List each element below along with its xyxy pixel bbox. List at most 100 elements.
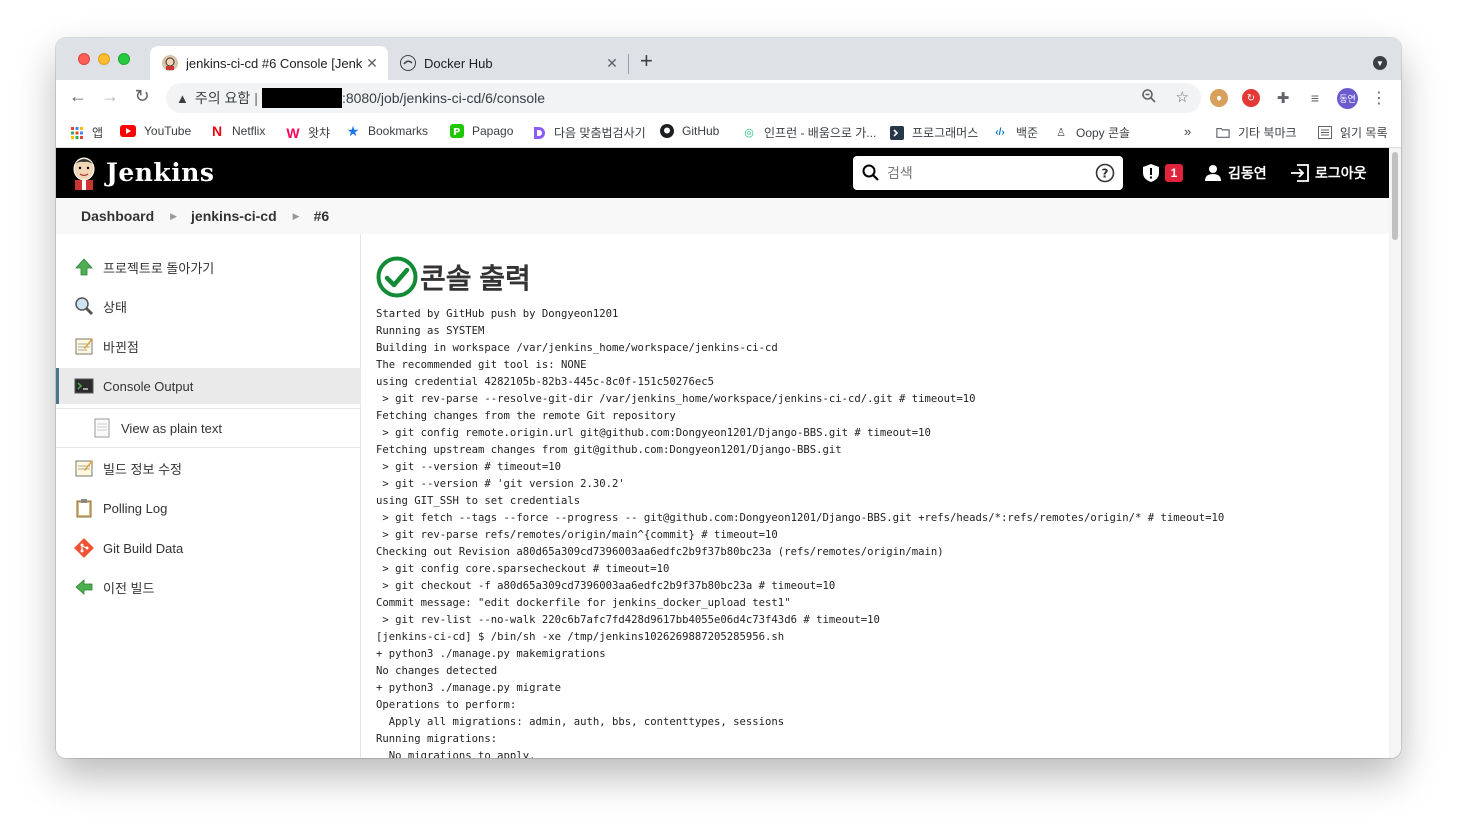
bookmark-papago[interactable]: P Papago: [450, 124, 513, 138]
sidebar-item-status[interactable]: 상태: [56, 288, 361, 324]
console-main: 콘솔 출력 Started by GitHub push by Dongyeon…: [374, 234, 1389, 758]
bookmark-label: 백준: [1016, 126, 1039, 140]
scrollbar-thumb[interactable]: [1392, 152, 1398, 240]
bookmark-netflix[interactable]: N Netflix: [210, 123, 265, 139]
document-icon: [94, 418, 110, 438]
alert-count-badge[interactable]: 1: [1165, 164, 1183, 182]
close-window-button[interactable]: [78, 53, 90, 65]
youtube-icon: [120, 124, 136, 138]
browser-toolbar: ← → ↻ ▲ 주의 요함 | :8080/job/jenkins-ci-cd/…: [56, 80, 1401, 116]
new-tab-button[interactable]: +: [640, 50, 653, 72]
sidebar-item-changes[interactable]: 바뀐점: [56, 328, 361, 364]
tab-search-icon[interactable]: ▼: [1373, 56, 1387, 70]
docker-hub-favicon-icon: [400, 55, 416, 71]
redacted-host: [261, 88, 342, 108]
breadcrumb: Dashboard ▶ jenkins-ci-cd ▶ #6: [56, 198, 1389, 234]
breadcrumb-separator-icon: ▶: [292, 210, 300, 221]
bookmark-label: 인프런 - 배움으로 가...: [764, 126, 877, 140]
logout-icon: [1291, 164, 1309, 182]
sidebar: 프로젝트로 돌아가기 상태 바뀐점 Console Output View as…: [56, 234, 361, 758]
bookmark-label: 앱: [92, 126, 104, 140]
bookmarks-overflow-button[interactable]: »: [1184, 124, 1191, 139]
terminal-icon: [74, 378, 94, 394]
bookmark-watcha[interactable]: W 왓챠: [286, 124, 330, 141]
help-icon[interactable]: ?: [1095, 163, 1115, 183]
page-scrollbar[interactable]: [1389, 148, 1401, 758]
bookmark-label: 프로그래머스: [912, 126, 979, 140]
bookmark-baekjoon[interactable]: ‹/› 백준: [992, 124, 1038, 141]
bookmark-programmers[interactable]: 프로그래머스: [890, 124, 978, 141]
profile-avatar[interactable]: 동연: [1337, 88, 1358, 109]
sidebar-item-previous-build[interactable]: 이전 빌드: [56, 569, 361, 605]
sidebar-item-edit-build-info[interactable]: 빌드 정보 수정: [56, 450, 361, 486]
bookmark-star-icon[interactable]: ☆: [1176, 88, 1189, 106]
url-path: :8080/job/jenkins-ci-cd/6/console: [341, 90, 546, 106]
tab-title: jenkins-ci-cd #6 Console [Jenkins]: [186, 55, 362, 71]
bookmark-apps[interactable]: 앱: [70, 124, 103, 141]
breadcrumb-job[interactable]: jenkins-ci-cd: [191, 208, 277, 224]
bookmark-oopy[interactable]: ♙ Oopy 콘솔: [1054, 124, 1130, 141]
cookie-extension-icon[interactable]: ●: [1210, 89, 1228, 107]
search-icon: [75, 297, 94, 316]
forward-button[interactable]: →: [98, 86, 122, 107]
jenkins-page: Jenkins ? 1 김동연 로그아웃 Dashboard ▶ jenkins…: [56, 148, 1389, 758]
security-shield-icon[interactable]: [1143, 164, 1159, 182]
sidebar-item-label: Console Output: [103, 378, 194, 394]
bookmark-youtube[interactable]: YouTube: [120, 124, 191, 138]
user-menu[interactable]: 김동연: [1204, 163, 1267, 183]
bookmark-label: YouTube: [144, 124, 192, 138]
search-input[interactable]: [887, 165, 1095, 181]
bookmark-bookmarks[interactable]: ★ Bookmarks: [346, 123, 428, 139]
inflearn-icon: ◎: [744, 127, 754, 139]
notepad-edit-icon: [75, 460, 93, 477]
jenkins-logo-icon[interactable]: [70, 156, 98, 190]
jenkins-search-box: ?: [853, 156, 1123, 190]
extensions-puzzle-icon[interactable]: ✚: [1274, 89, 1292, 107]
folder-icon: [1216, 126, 1230, 140]
close-tab-icon[interactable]: ✕: [602, 55, 622, 72]
browser-menu-icon[interactable]: ⋮: [1370, 89, 1388, 107]
daum-icon: [532, 126, 546, 140]
bookmark-daum-spellcheck[interactable]: 다음 맞춤법검사기: [532, 124, 646, 141]
sidebar-item-label: 빌드 정보 수정: [103, 461, 182, 477]
watcha-icon: W: [286, 124, 300, 141]
close-tab-icon[interactable]: ✕: [362, 55, 382, 72]
sidebar-item-git-build-data[interactable]: Git Build Data: [56, 530, 361, 566]
reload-button[interactable]: ↻: [130, 86, 154, 107]
tab-docker-hub[interactable]: Docker Hub ✕: [392, 46, 628, 80]
other-bookmarks-folder[interactable]: 기타 북마크: [1216, 124, 1297, 141]
sidebar-item-view-plain-text[interactable]: View as plain text: [56, 408, 361, 448]
bookmark-github[interactable]: GitHub: [660, 124, 719, 138]
reading-list-button[interactable]: 읽기 목록: [1318, 124, 1388, 141]
bookmark-label: 다음 맞춤법검사기: [554, 126, 646, 140]
breadcrumb-dashboard[interactable]: Dashboard: [81, 208, 154, 224]
minimize-window-button[interactable]: [98, 53, 110, 65]
logout-button[interactable]: 로그아웃: [1290, 163, 1367, 183]
zoom-icon[interactable]: [1141, 88, 1157, 108]
sidebar-item-polling-log[interactable]: Polling Log: [56, 490, 361, 526]
notepad-icon: [75, 338, 93, 355]
search-icon: [862, 164, 879, 181]
netflix-icon: N: [211, 123, 223, 139]
tab-title: Docker Hub: [424, 55, 493, 71]
refresh-extension-icon[interactable]: ↻: [1242, 89, 1260, 107]
jenkins-header: Jenkins ? 1 김동연 로그아웃: [56, 148, 1389, 198]
tab-jenkins-console[interactable]: jenkins-ci-cd #6 Console [Jenkins] ✕: [150, 46, 388, 80]
bookmark-label: Papago: [472, 124, 514, 138]
papago-icon: P: [450, 124, 464, 138]
sidebar-item-label: 상태: [103, 299, 127, 315]
breadcrumb-build[interactable]: #6: [314, 208, 330, 224]
bookmark-label: 기타 북마크: [1238, 126, 1297, 140]
svg-text:P: P: [453, 127, 460, 138]
reading-list-icon: [1318, 126, 1332, 140]
sidebar-item-console-output[interactable]: Console Output: [56, 368, 361, 404]
bookmark-inflearn[interactable]: ◎ 인프런 - 배움으로 가...: [742, 124, 876, 141]
maximize-window-button[interactable]: [118, 53, 130, 65]
media-queue-icon[interactable]: ≡: [1306, 89, 1324, 107]
bookmark-label: Oopy 콘솔: [1076, 126, 1131, 140]
sidebar-item-back-to-project[interactable]: 프로젝트로 돌아가기: [56, 249, 361, 285]
address-bar[interactable]: ▲ 주의 요함 | :8080/job/jenkins-ci-cd/6/cons…: [166, 83, 1201, 113]
jenkins-brand[interactable]: Jenkins: [106, 158, 214, 187]
back-button[interactable]: ←: [66, 86, 90, 107]
security-warning-label: 주의 요함: [194, 90, 251, 106]
